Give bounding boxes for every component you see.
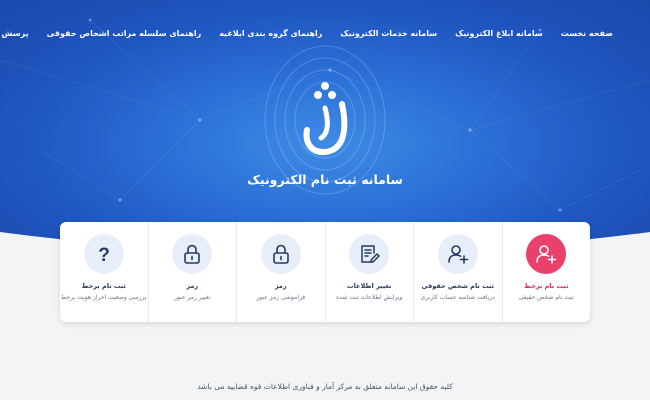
nav-item-grouping-guide[interactable]: راهنمای گروه بندی ابلاغیه (210, 29, 331, 38)
card-title: رمز (186, 282, 199, 290)
card-icon-wrapper (349, 234, 390, 274)
nav-item-electronic-services[interactable]: سامانه خدمات الکترونیک (331, 29, 446, 38)
card-title: ثبت نام برخط (81, 282, 126, 290)
question-icon: ? (98, 245, 110, 265)
card-change-password[interactable]: رمز تغییر رمز عبور (147, 222, 237, 322)
lock-icon (184, 244, 201, 264)
card-verification-status[interactable]: ? ثبت نام برخط بررسی وضعیت احراز هویت بر… (60, 222, 148, 322)
user-plus-icon (447, 245, 469, 264)
card-title: رمز (274, 282, 287, 290)
card-title: تغییر اطلاعات (347, 282, 392, 290)
card-icon-wrapper (437, 234, 478, 274)
card-subtitle: بررسی وضعیت احراز هویت برخط (60, 294, 147, 301)
card-forgot-password[interactable]: رمز فراموشی رمز عبور (236, 222, 325, 322)
card-subtitle: ویرایش اطلاعات ثبت شده (336, 294, 403, 301)
service-cards: ثبت نام برخط ثبت نام شخص حقیقی ثبت نام ش… (60, 222, 590, 322)
sana-logo (303, 82, 348, 155)
card-change-information[interactable]: تغییر اطلاعات ویرایش اطلاعات ثبت شده (324, 222, 414, 322)
card-title: ثبت نام برخط (524, 282, 569, 290)
card-subtitle: ثبت نام شخص حقیقی (518, 294, 574, 301)
top-navigation: صفحه نخست سامانه ابلاغ الکترونیک سامانه … (0, 18, 636, 48)
user-plus-icon (536, 245, 557, 264)
page-title: سامانه ثبت نام الکترونیک (247, 172, 403, 187)
lock-icon (272, 244, 289, 264)
nav-item-hierarchy-guide[interactable]: راهنمای سلسله مراتب اشخاص حقوقی (38, 29, 211, 38)
card-subtitle: دریافت شناسه حساب کاربری (420, 294, 495, 301)
card-title: ثبت نام شخص حقوقی (421, 282, 495, 290)
card-subtitle: تغییر رمز عبور (174, 294, 211, 301)
nav-item-notification-system[interactable]: سامانه ابلاغ الکترونیک (446, 29, 552, 38)
nav-item-faq[interactable]: پرسش های متداول (0, 29, 38, 38)
svg-text:?: ? (98, 245, 110, 265)
card-icon-wrapper (172, 234, 213, 274)
card-icon-wrapper (260, 234, 301, 274)
card-legal-entity-registration[interactable]: ثبت نام شخص حقوقی دریافت شناسه حساب کارب… (413, 222, 502, 322)
document-edit-icon (361, 245, 380, 263)
card-icon-wrapper (526, 234, 567, 274)
nav-item-home[interactable]: صفحه نخست (552, 29, 622, 38)
footer-copyright: کلیه حقوق این سامانه متعلق به مرکز آمار … (197, 382, 453, 391)
card-icon-wrapper: ? (83, 234, 124, 274)
card-online-registration[interactable]: ثبت نام برخط ثبت نام شخص حقیقی (501, 222, 591, 322)
card-subtitle: فراموشی رمز عبور (256, 294, 306, 301)
